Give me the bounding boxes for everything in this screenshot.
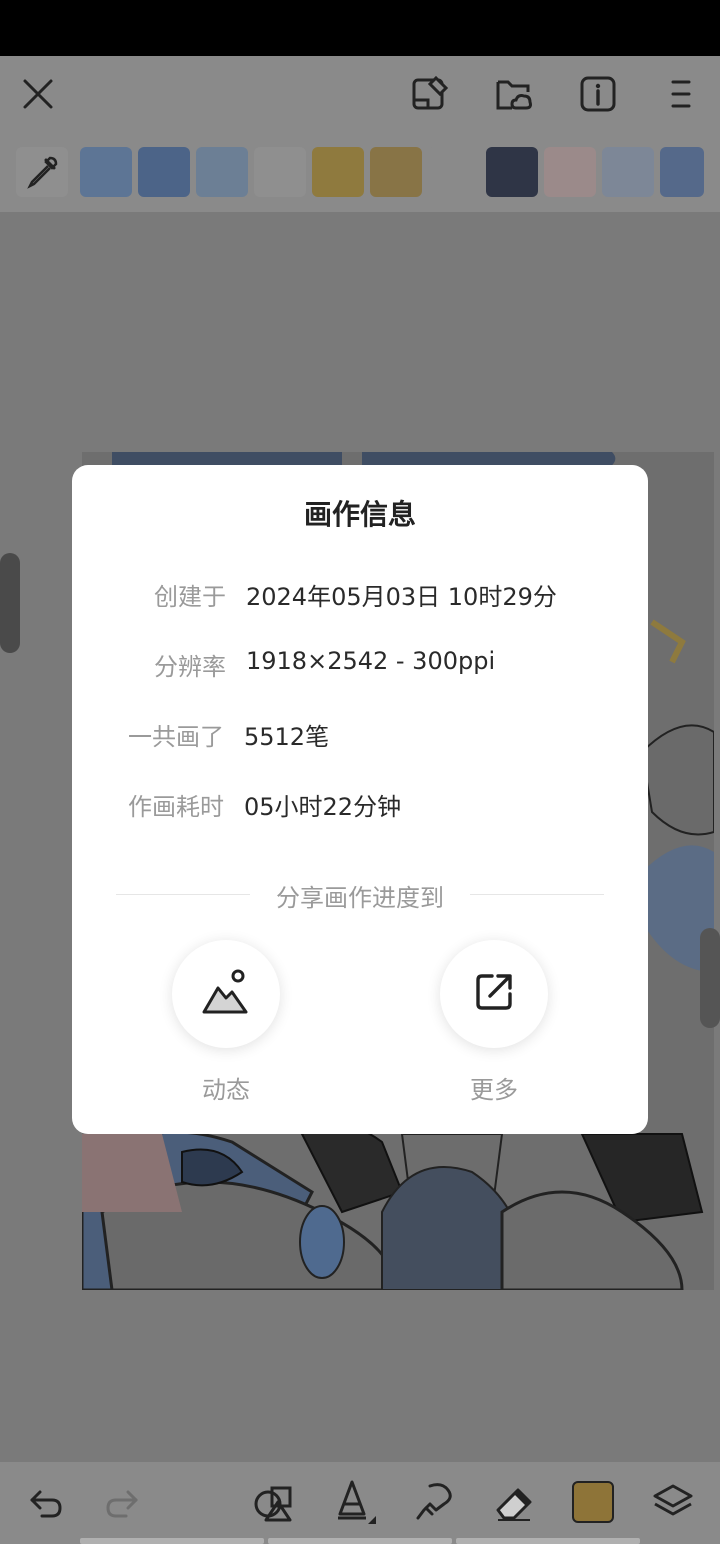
- info-label: 作画耗时: [128, 793, 224, 821]
- color-swatch[interactable]: [138, 147, 190, 197]
- share-more-label: 更多: [470, 1076, 518, 1104]
- info-label: 创建于: [154, 583, 226, 611]
- import-icon[interactable]: [406, 70, 454, 118]
- layers-icon[interactable]: [649, 1478, 697, 1526]
- color-swatch[interactable]: [428, 147, 480, 197]
- info-value: 5512笔: [244, 723, 330, 751]
- pen-icon[interactable]: [330, 1478, 378, 1526]
- color-swatch[interactable]: [660, 147, 704, 197]
- top-toolbar: [0, 56, 720, 132]
- color-swatch[interactable]: [602, 147, 654, 197]
- bottom-indicator: [80, 1538, 640, 1544]
- color-palette: [0, 132, 720, 212]
- menu-icon[interactable]: [658, 70, 706, 118]
- dialog-title: 画作信息: [303, 498, 416, 531]
- color-swatch[interactable]: [80, 147, 132, 197]
- smudge-icon[interactable]: [410, 1478, 458, 1526]
- redo-icon[interactable]: [98, 1478, 146, 1526]
- share-moments-button[interactable]: [172, 940, 280, 1048]
- color-swatch[interactable]: [486, 147, 538, 197]
- info-row-resolution: 分辨率 1918×2542 - 300ppi: [72, 647, 648, 687]
- current-color-icon[interactable]: [569, 1478, 617, 1526]
- right-slider-handle[interactable]: [700, 928, 720, 1028]
- info-label: 一共画了: [128, 723, 224, 751]
- eraser-icon[interactable]: [490, 1478, 538, 1526]
- color-swatch[interactable]: [370, 147, 422, 197]
- share-divider: 分享画作进度到: [116, 878, 604, 914]
- artwork-info-dialog: 画作信息 创建于 2024年05月03日 10时29分 分辨率 1918×254…: [72, 465, 648, 1134]
- color-swatch[interactable]: [254, 147, 306, 197]
- cloud-folder-icon[interactable]: [490, 70, 538, 118]
- share-moments-label: 动态: [202, 1076, 250, 1104]
- eyedropper-icon[interactable]: [16, 147, 68, 197]
- undo-icon[interactable]: [22, 1478, 70, 1526]
- status-bar: [0, 0, 720, 56]
- share-heading: 分享画作进度到: [276, 884, 444, 912]
- left-slider-handle[interactable]: [0, 553, 20, 653]
- info-row-strokes: 一共画了 5512笔: [72, 717, 648, 757]
- landscape-icon: [200, 966, 252, 1022]
- shapes-icon[interactable]: [250, 1478, 298, 1526]
- color-swatch[interactable]: [196, 147, 248, 197]
- close-icon[interactable]: [14, 70, 62, 118]
- info-row-duration: 作画耗时 05小时22分钟: [72, 787, 648, 827]
- info-value: 05小时22分钟: [244, 793, 402, 821]
- bottom-toolbar: [0, 1462, 720, 1544]
- share-more-button[interactable]: [440, 940, 548, 1048]
- info-icon[interactable]: [574, 70, 622, 118]
- info-row-created: 创建于 2024年05月03日 10时29分: [72, 577, 648, 617]
- color-swatch[interactable]: [312, 147, 364, 197]
- info-value: 2024年05月03日 10时29分: [246, 583, 557, 611]
- external-share-icon: [472, 970, 516, 1018]
- color-swatch[interactable]: [544, 147, 596, 197]
- info-label: 分辨率: [154, 653, 226, 681]
- info-value: 1918×2542 - 300ppi: [246, 647, 496, 675]
